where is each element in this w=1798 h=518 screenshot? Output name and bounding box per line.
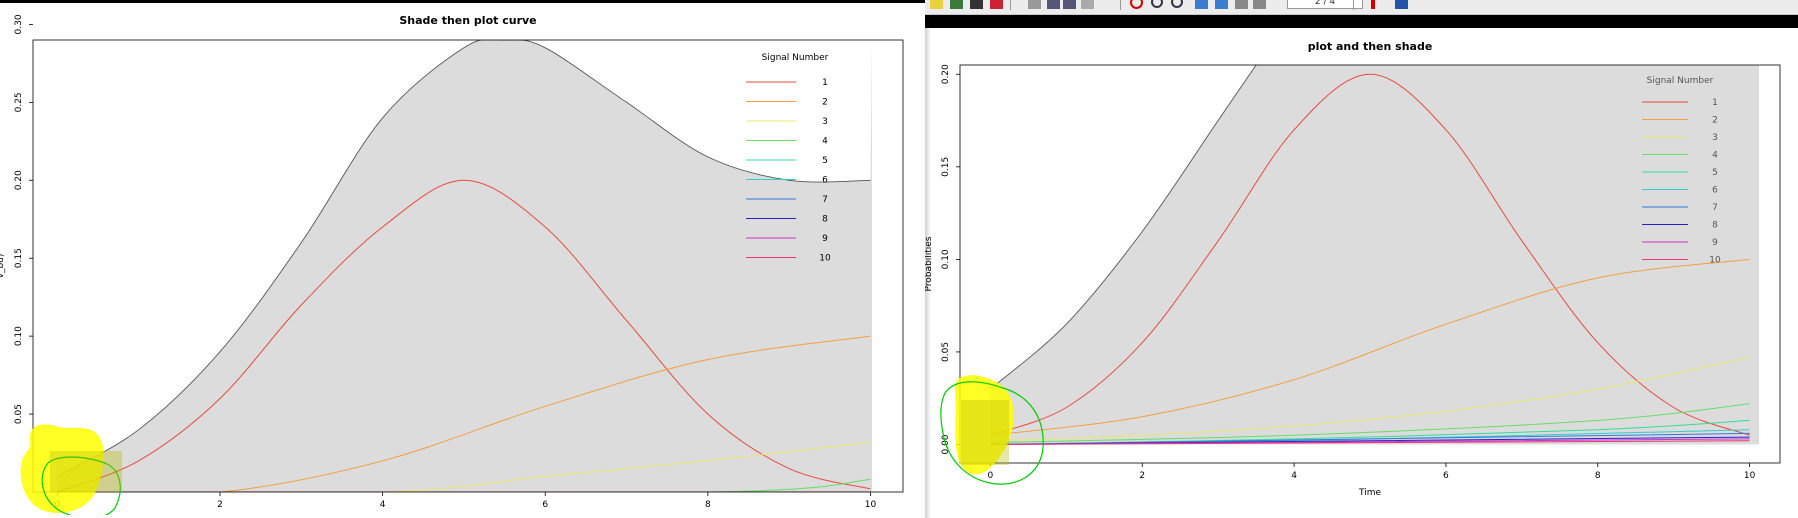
toolbar-separator bbox=[1010, 0, 1011, 10]
x-tick-label: 0 bbox=[988, 471, 994, 481]
x-tick-label: 4 bbox=[380, 500, 386, 510]
undo-icon[interactable] bbox=[1081, 0, 1094, 9]
cut-icon[interactable] bbox=[990, 0, 1003, 9]
legend-label-10: 10 bbox=[819, 254, 831, 264]
legend-label-5: 5 bbox=[822, 156, 828, 166]
legend-label-4: 4 bbox=[822, 137, 828, 147]
legend-label-7: 7 bbox=[1712, 203, 1718, 213]
chart-plot-and-then-shade: plot and then shade0 2 4 6 8 100.000.050.100.… bbox=[925, 40, 1781, 498]
legend-label-8: 8 bbox=[1712, 221, 1718, 231]
window-title-bar bbox=[925, 15, 1798, 28]
x-tick-label: 4 bbox=[1291, 471, 1297, 481]
legend-title: Signal Number bbox=[1647, 76, 1714, 86]
back-icon[interactable] bbox=[1195, 0, 1208, 9]
zoom-out-icon[interactable] bbox=[1171, 0, 1183, 8]
folder-icon[interactable] bbox=[930, 0, 943, 9]
plot-area bbox=[990, 65, 1759, 445]
legend-label-1: 1 bbox=[1712, 98, 1718, 108]
y-tick-label: 0.15 bbox=[14, 248, 24, 268]
legend-title: Signal Number bbox=[762, 53, 829, 63]
y-tick-label: 0.10 bbox=[941, 249, 951, 269]
right-window: 2 / 4 plot and then shade 0 2 4 6 8 10 0.00 0.05… bbox=[925, 0, 1798, 518]
toolbar: 2 / 4 bbox=[925, 0, 1798, 15]
x-tick-label: 10 bbox=[865, 500, 877, 510]
toolbar-separator bbox=[1353, 0, 1354, 10]
forward-icon[interactable] bbox=[1215, 0, 1228, 9]
legend-label-4: 4 bbox=[1712, 151, 1718, 161]
y-tick-label: 0.20 bbox=[941, 64, 951, 84]
scissors-icon[interactable] bbox=[1028, 0, 1041, 9]
highlighted-shaded-patch bbox=[50, 451, 122, 492]
y-tick-label: 0.05 bbox=[14, 404, 24, 424]
legend-label-9: 9 bbox=[822, 234, 828, 244]
legend-label-3: 3 bbox=[1712, 133, 1718, 143]
copy-icon[interactable] bbox=[1047, 0, 1060, 9]
y-axis-label: Probabilities bbox=[925, 236, 934, 291]
chart-title: Shade then plot curve bbox=[399, 14, 536, 27]
zoom-in-icon[interactable] bbox=[1151, 0, 1163, 8]
plot-area bbox=[57, 40, 872, 492]
chart-title: plot and then shade bbox=[1308, 40, 1433, 53]
y-tick-label: 0.05 bbox=[941, 342, 951, 362]
y-axis-label: v_bu) bbox=[0, 254, 6, 279]
last-page-icon[interactable] bbox=[1253, 0, 1266, 9]
first-page-icon[interactable] bbox=[1235, 0, 1248, 9]
legend-label-5: 5 bbox=[1712, 168, 1718, 178]
legend-label-10: 10 bbox=[1709, 256, 1721, 266]
chart-shade-then-plot: Shade then plot curve02468100.050.100.15… bbox=[0, 14, 904, 515]
toolbar-separator bbox=[1120, 0, 1121, 10]
x-axis-label: Time bbox=[1358, 488, 1381, 498]
y-tick-label: 0.15 bbox=[941, 157, 951, 177]
screen-icon[interactable] bbox=[1395, 0, 1408, 9]
legend-label-9: 9 bbox=[1712, 238, 1718, 248]
legend-label-3: 3 bbox=[822, 117, 828, 127]
legend-label-6: 6 bbox=[1712, 186, 1718, 196]
shaded-region bbox=[990, 65, 1759, 445]
y-tick-label: 0.30 bbox=[14, 14, 24, 34]
page-input[interactable]: 2 / 4 bbox=[1287, 0, 1363, 9]
shaded-region bbox=[57, 40, 872, 492]
legend-label-7: 7 bbox=[822, 195, 828, 205]
x-tick-label: 2 bbox=[217, 500, 223, 510]
legend-label-2: 2 bbox=[822, 98, 828, 108]
y-tick-label: 0.10 bbox=[14, 326, 24, 346]
annotation bbox=[20, 424, 122, 515]
x-tick-label: 10 bbox=[1744, 471, 1756, 481]
grid-icon[interactable] bbox=[950, 0, 963, 9]
paste-icon[interactable] bbox=[1063, 0, 1076, 9]
legend-label-2: 2 bbox=[1712, 116, 1718, 126]
x-tick-label: 8 bbox=[705, 500, 711, 510]
legend-label-1: 1 bbox=[822, 78, 828, 88]
x-tick-label: 6 bbox=[1443, 471, 1449, 481]
x-tick-label: 8 bbox=[1595, 471, 1601, 481]
legend-label-8: 8 bbox=[822, 215, 828, 225]
y-tick-label: 0.20 bbox=[14, 170, 24, 190]
print-icon[interactable] bbox=[970, 0, 983, 9]
x-tick-label: 6 bbox=[542, 500, 548, 510]
pin-icon[interactable] bbox=[1371, 0, 1375, 9]
stop-icon[interactable] bbox=[1130, 0, 1143, 9]
highlighted-shaded-patch bbox=[961, 400, 1009, 465]
legend-label-6: 6 bbox=[822, 176, 828, 186]
x-tick-label: 2 bbox=[1139, 471, 1145, 481]
y-tick-label: 0.25 bbox=[14, 92, 24, 112]
